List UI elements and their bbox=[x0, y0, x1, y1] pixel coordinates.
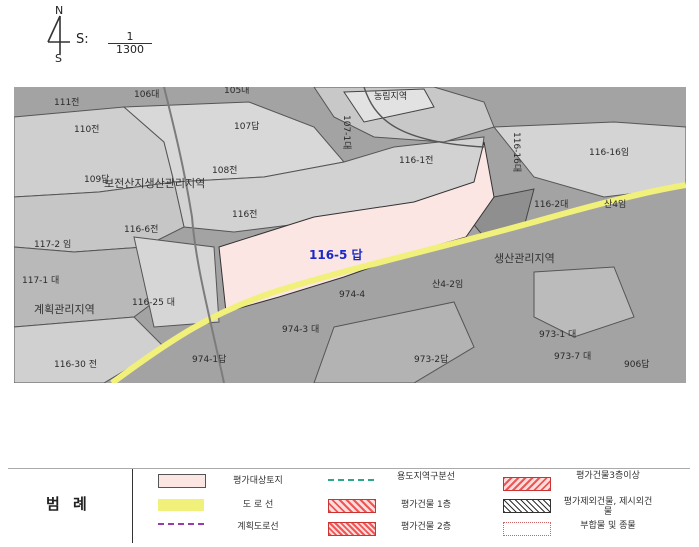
legend-zone-boundary: 용도지역구분선 bbox=[397, 472, 455, 482]
legend: 범 례 평가대상토지 도 로 선 계획도로선 용도지역구분선 평가건물 1층 평… bbox=[8, 468, 690, 545]
south-letter: S bbox=[55, 52, 62, 65]
road-swatch bbox=[158, 499, 204, 511]
map-canvas: 106대 105대 111전 110전 107답 107-1대 농림지역 116… bbox=[14, 87, 686, 383]
zone-boundary-swatch bbox=[328, 479, 374, 484]
legend-subject: 평가대상토지 bbox=[233, 476, 283, 486]
annex-swatch bbox=[503, 522, 551, 536]
legend-bldg1: 평가건물 1층 bbox=[401, 500, 451, 510]
parcel-label: 973-7 대 bbox=[554, 351, 591, 362]
legend-divider bbox=[132, 469, 133, 543]
parcel-label: 116전 bbox=[232, 209, 257, 220]
parcel-label: 105대 bbox=[224, 87, 249, 96]
parcel-label: 974-3 대 bbox=[282, 324, 319, 335]
excluded-swatch bbox=[503, 499, 551, 513]
zone-label: 보전산지생산관리지역 bbox=[104, 177, 205, 190]
legend-annex: 부합물 및 종물 bbox=[580, 521, 636, 531]
legend-bldg3: 평가건물3층이상 bbox=[576, 471, 640, 481]
parcel-label: 116-2대 bbox=[534, 199, 568, 210]
legend-bldg2: 평가건물 2층 bbox=[401, 522, 451, 532]
parcel-label: 116-16임 bbox=[589, 146, 629, 158]
parcel-label: 116-25 대 bbox=[132, 297, 175, 308]
parcel-label: 117-1 대 bbox=[22, 275, 59, 286]
subject-parcel-label: 116-5 답 bbox=[309, 247, 363, 262]
parcel-label: 974-1답 bbox=[192, 353, 226, 365]
legend-title: 범 례 bbox=[46, 495, 91, 513]
parcel-label: 973-1 대 bbox=[539, 329, 576, 340]
parcel-label: 117-2 임 bbox=[34, 238, 71, 250]
scale-label: S: bbox=[76, 32, 89, 47]
zone-label: 계획관리지역 bbox=[34, 303, 95, 316]
zone-label: 농림지역 bbox=[374, 90, 407, 102]
zone-label: 생산관리지역 bbox=[494, 252, 555, 265]
parcel-label: 116-16대 bbox=[511, 132, 522, 172]
parcel-label: 산4-2임 bbox=[432, 278, 463, 290]
bldg2-swatch bbox=[328, 522, 376, 536]
legend-road: 도 로 선 bbox=[242, 500, 274, 510]
bldg1-swatch bbox=[328, 499, 376, 513]
parcel-label: 107답 bbox=[234, 120, 259, 132]
legend-excluded: 평가제외건물, 제시외건물 bbox=[563, 497, 653, 517]
parcel-label: 110전 bbox=[74, 124, 99, 135]
parcel-label: 산4임 bbox=[604, 198, 626, 210]
parcel-label: 906답 bbox=[624, 358, 649, 370]
scale-fraction: 1 1300 bbox=[108, 31, 152, 56]
scale-denominator: 1300 bbox=[116, 43, 144, 56]
parcel-label: 111전 bbox=[54, 97, 79, 108]
parcel-label: 107-1대 bbox=[341, 115, 352, 149]
parcel-label: 974-4 bbox=[339, 290, 365, 300]
subject-swatch bbox=[158, 474, 206, 488]
parcel-label: 108전 bbox=[212, 165, 237, 176]
parcel-label: 116-30 전 bbox=[54, 359, 97, 370]
parcel-label: 106대 bbox=[134, 89, 159, 100]
planned-road-swatch bbox=[158, 523, 204, 529]
parcel-label: 116-1전 bbox=[399, 155, 433, 166]
bldg3-swatch bbox=[503, 477, 551, 491]
parcel-label: 973-2답 bbox=[414, 353, 448, 365]
legend-planned-road: 계획도로선 bbox=[237, 522, 279, 532]
cadastral-map: 106대 105대 111전 110전 107답 107-1대 농림지역 116… bbox=[14, 87, 686, 383]
parcel-label: 116-6전 bbox=[124, 224, 158, 235]
